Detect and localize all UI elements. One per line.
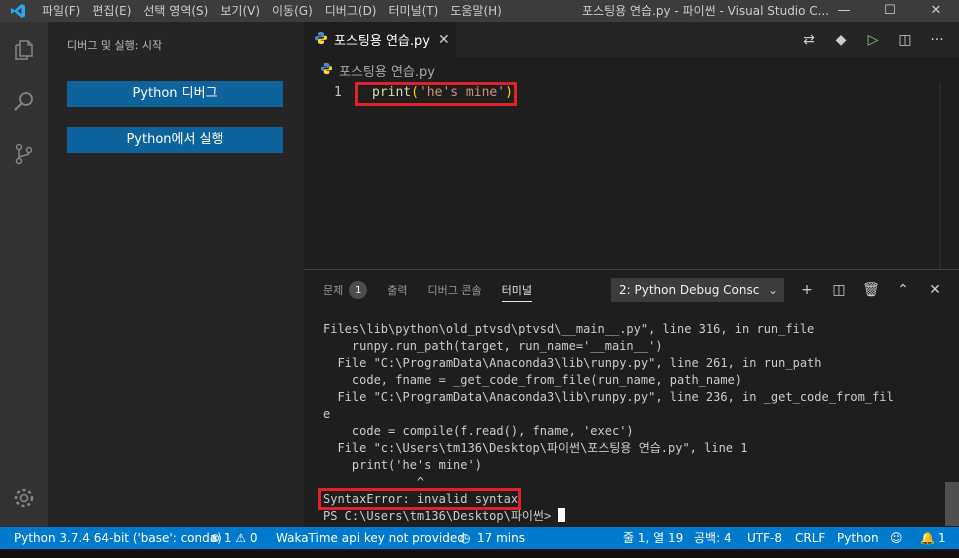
vscode-logo-icon (0, 0, 36, 22)
search-icon[interactable] (12, 90, 36, 114)
feedback-smiley-icon[interactable]: ☺ (890, 527, 903, 549)
terminal-prompt-line: PS C:\Users\tm136\Desktop\파이썬> (323, 508, 894, 525)
terminal-line: File "C:\ProgramData\Anaconda3\lib\runpy… (323, 390, 894, 404)
tab-problems[interactable]: 문제 1 (323, 278, 368, 302)
maximize-button[interactable]: ☐ (867, 0, 913, 22)
tab-terminal[interactable]: 터미널 (501, 278, 532, 302)
chevron-down-icon: ⌄ (767, 283, 778, 297)
window-title: 포스팅용 연습.py - 파이썬 - Visual Studio C... (582, 4, 830, 18)
cursor-position[interactable]: 줄 1, 열 19 (623, 527, 683, 549)
python-debug-button[interactable]: Python 디버그 (67, 81, 283, 107)
status-bar: Python 3.7.4 64-bit ('base': conda) ⊗ 1 … (0, 527, 959, 549)
terminal-line: print('he's mine') (323, 458, 482, 472)
menu-file[interactable]: 파일(F) (36, 0, 86, 22)
menu-view[interactable]: 보기(V) (214, 0, 266, 22)
source-control-icon[interactable] (12, 142, 36, 166)
terminal-line: code, fname = _get_code_from_file(run_na… (323, 373, 743, 387)
tab-debug-console[interactable]: 디버그 콘솔 (428, 278, 482, 302)
split-editor-icon[interactable]: ◫ (889, 32, 921, 48)
terminal-output[interactable]: Files\lib\python\old_ptvsd\ptvsd\__main_… (318, 321, 894, 525)
trash-icon[interactable]: 🗑 (855, 278, 887, 302)
terminal-error-line: SyntaxError: invalid syntax (318, 488, 894, 510)
close-window-button[interactable]: ✕ (913, 0, 959, 22)
highlight-box (355, 82, 517, 106)
menu-debug[interactable]: 디버그(D) (319, 0, 383, 22)
terminal-select[interactable]: 2: Python Debug Consc ⌄ (611, 278, 784, 302)
editor-tab-label: 포스팅용 연습.py (334, 34, 430, 49)
menu-go[interactable]: 이동(G) (266, 0, 319, 22)
window-controls: — ☐ ✕ (821, 0, 959, 22)
close-panel-icon[interactable]: ✕ (919, 278, 951, 302)
python-file-icon (320, 62, 333, 79)
time-tracked[interactable]: 17 mins (477, 527, 525, 549)
split-terminal-icon[interactable]: ◫ (823, 278, 855, 302)
tab-problems-label: 문제 (323, 284, 344, 297)
indentation[interactable]: 공백: 4 (694, 527, 732, 549)
line-number: 1 (334, 85, 342, 100)
notification-count: 1 (938, 531, 946, 545)
debug-sidebar: 디버그 및 실행: 시작 Python 디버그 Python에서 실행 (48, 22, 304, 527)
error-highlight-box (318, 488, 521, 510)
panel-actions: + ◫ 🗑 ⌃ ✕ (791, 278, 951, 302)
encoding[interactable]: UTF-8 (747, 527, 782, 549)
compare-changes-icon[interactable]: ⇄ (793, 32, 825, 48)
more-actions-icon[interactable]: ··· (921, 32, 953, 48)
terminal-scrollbar[interactable] (945, 482, 959, 526)
terminal-line: e (323, 407, 331, 421)
wakatime-status[interactable]: WakaTime api key not provided (276, 527, 465, 549)
taskbar-edge (0, 549, 959, 558)
bottom-panel: 문제 1 출력 디버그 콘솔 터미널 2: Python Debug Consc… (304, 269, 959, 527)
editor-tab[interactable]: 포스팅용 연습.py ✕ (304, 22, 456, 57)
bell-icon[interactable]: 🔔 (920, 527, 935, 549)
tab-output[interactable]: 출력 (387, 278, 407, 302)
terminal-line: code = compile(f.read(), fname, 'exec') (323, 424, 634, 438)
terminal-line: File "C:\ProgramData\Anaconda3\lib\runpy… (323, 356, 822, 370)
code-editor[interactable]: 1 print('he's mine') (304, 82, 959, 269)
menu-selection[interactable]: 선택 영역(S) (137, 0, 214, 22)
panel-tabs: 문제 1 출력 디버그 콘솔 터미널 (304, 270, 552, 310)
menu-bar: 파일(F) 편집(E) 선택 영역(S) 보기(V) 이동(G) 디버그(D) … (36, 0, 508, 22)
terminal-line: File "c:\Users\tm136\Desktop\파이썬\포스팅용 연습… (323, 441, 748, 455)
git-icon[interactable]: ◆ (825, 32, 857, 48)
minimize-button[interactable]: — (821, 0, 867, 22)
sidebar-title: 디버그 및 실행: 시작 (67, 39, 163, 52)
language-mode[interactable]: Python (837, 527, 879, 549)
breadcrumb: 포스팅용 연습.py (304, 57, 959, 83)
minimap (939, 83, 941, 269)
gear-icon[interactable] (12, 486, 36, 510)
python-file-icon (314, 31, 328, 49)
breadcrumb-file[interactable]: 포스팅용 연습.py (339, 61, 435, 80)
terminal-prompt: PS C:\Users\tm136\Desktop\파이썬> (323, 509, 559, 523)
explorer-icon[interactable] (12, 38, 36, 62)
run-icon[interactable]: ▷ (857, 32, 889, 48)
terminal-line: runpy.run_path(target, run_name='__main_… (323, 339, 663, 353)
menu-terminal[interactable]: 터미널(T) (383, 0, 445, 22)
close-icon[interactable]: ✕ (438, 32, 450, 48)
editor-tab-bar: 포스팅용 연습.py ✕ ⇄ ◆ ▷ ◫ ··· (304, 22, 959, 57)
editor-actions: ⇄ ◆ ▷ ◫ ··· (793, 22, 953, 57)
clock-icon: ◷ (460, 531, 471, 545)
maximize-panel-icon[interactable]: ⌃ (887, 278, 919, 302)
problems-count-badge: 1 (349, 281, 368, 299)
menu-edit[interactable]: 편집(E) (86, 0, 137, 22)
title-bar: 파일(F) 편집(E) 선택 영역(S) 보기(V) 이동(G) 디버그(D) … (0, 0, 959, 22)
menu-help[interactable]: 도움말(H) (444, 0, 508, 22)
problems-status[interactable]: ⊗ 1 ⚠ 0 (210, 527, 258, 549)
activity-bar (0, 22, 48, 527)
line-ending[interactable]: CRLF (795, 527, 825, 549)
terminal-select-value: 2: Python Debug Consc (619, 283, 760, 297)
new-terminal-icon[interactable]: + (791, 278, 823, 302)
python-run-button[interactable]: Python에서 실행 (67, 127, 283, 153)
interpreter-status[interactable]: Python 3.7.4 64-bit ('base': conda) (14, 527, 222, 549)
terminal-line: Files\lib\python\old_ptvsd\ptvsd\__main_… (323, 322, 815, 336)
terminal-cursor (558, 508, 566, 522)
